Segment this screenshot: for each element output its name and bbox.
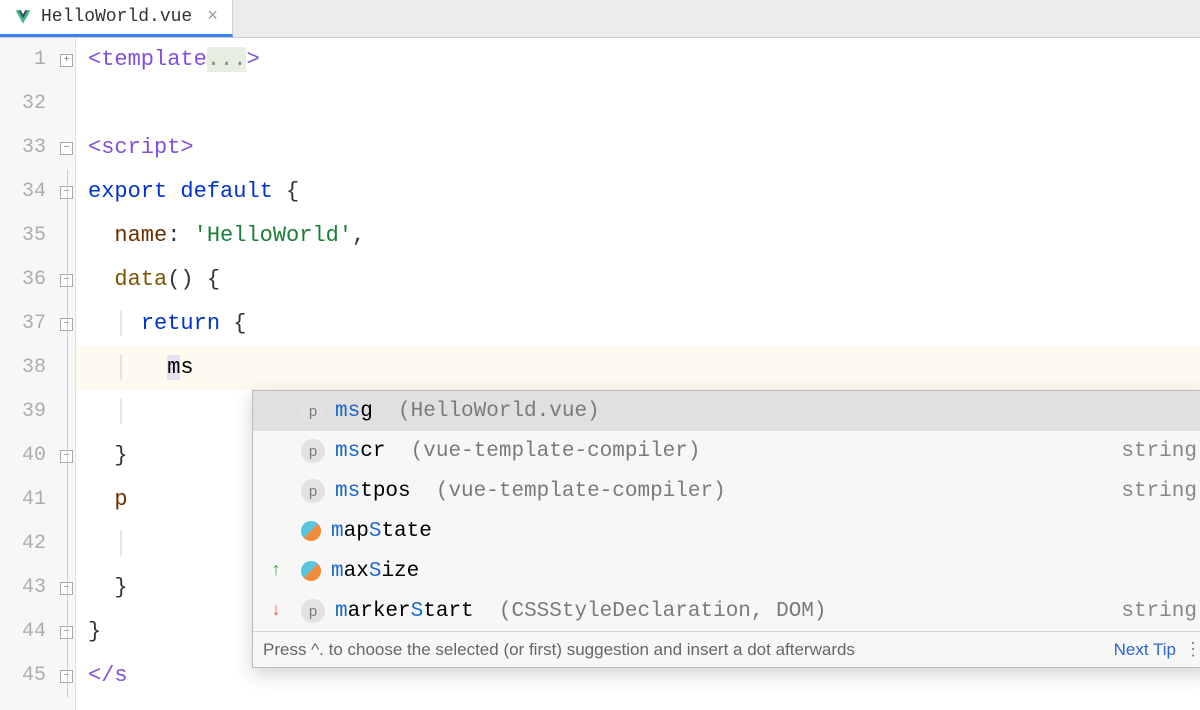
vue-icon [14, 8, 32, 26]
code-line-active: │ ms [76, 346, 1200, 390]
completion-tip: Press ^. to choose the selected (or firs… [263, 640, 1106, 660]
tab-bar: HelloWorld.vue × [0, 0, 1200, 38]
line-number: 40 [0, 434, 46, 478]
completion-item[interactable]: p mscr (vue-template-compiler) string [253, 431, 1200, 471]
line-number: 1 [0, 38, 46, 82]
completion-item[interactable]: p mstpos (vue-template-compiler) string [253, 471, 1200, 511]
completion-label: markerStart (CSSStyleDeclaration, DOM) [335, 600, 1111, 623]
completion-item[interactable]: ↓ p markerStart (CSSStyleDeclaration, DOM)… [253, 591, 1200, 631]
more-icon[interactable]: ⋮ [1184, 639, 1200, 660]
close-icon[interactable]: × [207, 7, 218, 27]
completion-item[interactable]: p msg (HelloWorld.vue) [253, 391, 1200, 431]
completion-footer: Press ^. to choose the selected (or firs… [253, 631, 1200, 667]
fold-column: + − − − − − − − − [58, 38, 76, 710]
line-number: 41 [0, 478, 46, 522]
code-line: <script> [76, 126, 1200, 170]
line-number: 36 [0, 258, 46, 302]
completion-label: mstpos (vue-template-compiler) [335, 480, 1111, 503]
code-line: │ return { [76, 302, 1200, 346]
line-number: 39 [0, 390, 46, 434]
code-line: name: 'HelloWorld', [76, 214, 1200, 258]
editor[interactable]: 1 32 33 34 35 36 37 38 39 40 41 42 43 44… [0, 38, 1200, 710]
line-number: 34 [0, 170, 46, 214]
completion-type: string [1121, 480, 1197, 503]
line-number: 38 [0, 346, 46, 390]
code-line: <template...> [76, 38, 1200, 82]
line-number: 44 [0, 610, 46, 654]
code-line [76, 82, 1200, 126]
code-line: data() { [76, 258, 1200, 302]
line-number: 45 [0, 654, 46, 698]
property-icon: p [301, 399, 325, 423]
tab-helloworld[interactable]: HelloWorld.vue × [0, 0, 233, 37]
code-area[interactable]: <template...> <script> export default { … [76, 38, 1200, 710]
property-icon: p [301, 439, 325, 463]
line-number: 37 [0, 302, 46, 346]
arrow-down-icon: ↓ [261, 601, 291, 621]
tab-filename: HelloWorld.vue [41, 7, 192, 27]
arrow-up-icon: ↑ [261, 561, 291, 581]
code-line: export default { [76, 170, 1200, 214]
completion-item[interactable]: mapState [253, 511, 1200, 551]
completion-type: string [1121, 440, 1197, 463]
gutter: 1 32 33 34 35 36 37 38 39 40 41 42 43 44… [0, 38, 58, 710]
completion-item[interactable]: ↑ maxSize [253, 551, 1200, 591]
completion-label: mscr (vue-template-compiler) [335, 440, 1111, 463]
line-number: 32 [0, 82, 46, 126]
line-number: 43 [0, 566, 46, 610]
line-number: 42 [0, 522, 46, 566]
completion-label: msg (HelloWorld.vue) [335, 400, 1187, 423]
function-icon [301, 521, 321, 541]
next-tip-link[interactable]: Next Tip [1114, 640, 1176, 660]
line-number: 35 [0, 214, 46, 258]
fold-collapse-icon[interactable]: − [60, 142, 73, 155]
completion-type: string [1121, 600, 1197, 623]
fold-expand-icon[interactable]: + [60, 54, 73, 67]
completion-label: mapState [331, 520, 1187, 543]
line-number: 33 [0, 126, 46, 170]
function-icon [301, 561, 321, 581]
completion-popup: p msg (HelloWorld.vue) p mscr (vue-template… [252, 390, 1200, 668]
completion-label: maxSize [331, 560, 1187, 583]
property-icon: p [301, 479, 325, 503]
property-icon: p [301, 599, 325, 623]
